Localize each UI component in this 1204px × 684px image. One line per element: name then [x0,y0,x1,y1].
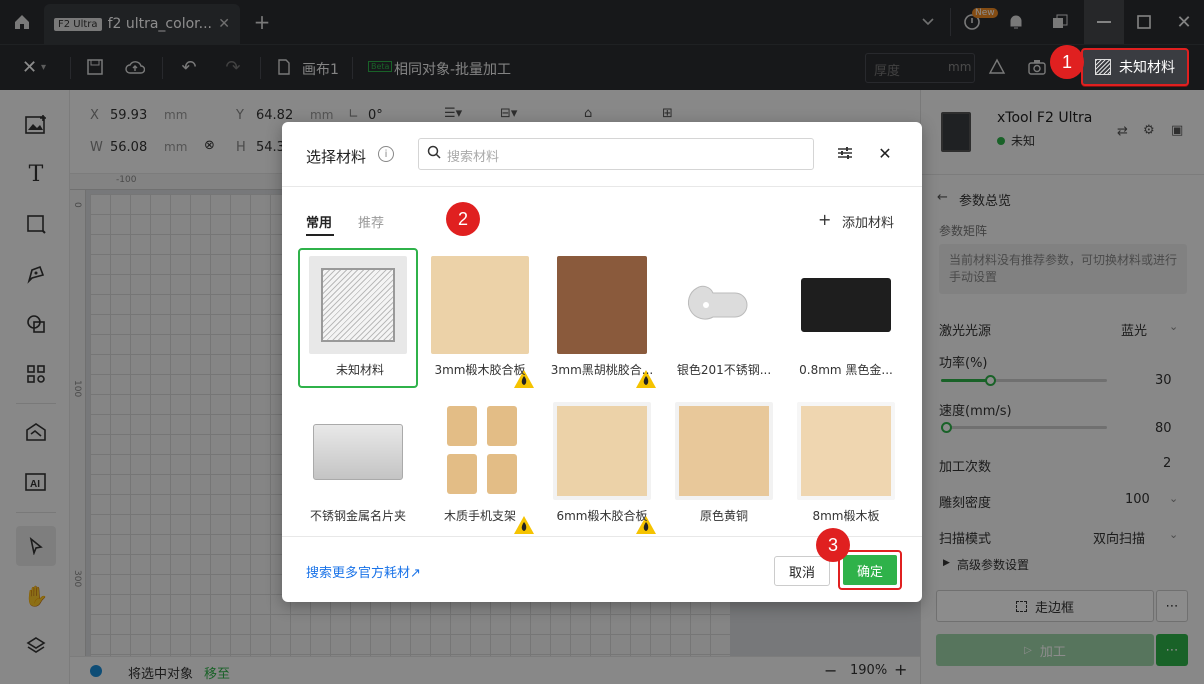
material-label: 银色201不锈钢... [676,363,772,377]
close-dialog-icon[interactable]: ✕ [874,142,896,164]
material-label: 3mm椴木胶合板 [434,363,526,377]
filter-icon[interactable] [834,142,856,164]
add-material-plus-icon: + [818,210,832,229]
material-label: 不锈钢金属名片夹 [309,509,406,523]
info-icon[interactable]: i [378,146,394,162]
material-item[interactable]: 6mm椴木胶合板 [542,394,662,534]
step-marker-3: 3 [816,528,850,562]
material-hatch-thumb [309,256,407,354]
cancel-button-label: 取消 [788,565,815,581]
material-item-unknown[interactable]: 未知材料 [298,248,418,388]
tab-common-underline [306,234,334,236]
phone-stand-thumb [431,402,529,500]
material-item[interactable]: 3mm椴木胶合板 [420,248,540,388]
material-label: 6mm椴木胶合板 [556,509,648,523]
walnut-plywood-thumb [557,256,647,354]
material-label: 3mm黑胡桃胶合... [550,363,654,377]
dialog-title: 选择材料 [306,148,367,166]
material-item[interactable]: 原色黄铜 [664,394,784,534]
confirm-button[interactable]: 确定 [838,550,902,590]
confirm-button-label: 确定 [856,564,883,580]
material-item[interactable]: 银色201不锈钢... [664,248,784,388]
material-item[interactable]: 3mm黑胡桃胶合... [542,248,662,388]
material-item[interactable]: 不锈钢金属名片夹 [298,394,418,534]
card-holder-thumb [309,402,407,500]
search-placeholder: 搜索材料 [447,150,500,165]
add-material-button[interactable]: 添加材料 [842,212,894,231]
material-label: 未知材料 [335,363,384,377]
step-marker-2: 2 [446,202,480,236]
cancel-button[interactable]: 取消 [774,556,830,586]
material-hatch-icon [1095,59,1111,75]
material-search-input[interactable]: 搜索材料 [418,138,814,170]
material-label: 原色黄铜 [699,509,748,523]
material-selector-label: 未知材料 [1119,60,1175,76]
steel-dog-tag-thumb [675,256,773,354]
material-selector-highlight[interactable]: 未知材料 [1081,48,1189,86]
brass-thumb [675,402,773,500]
material-item[interactable]: 木质手机支架 [420,394,540,534]
tab-recommended[interactable]: 推荐 [358,212,384,231]
8mm-basswood-thumb [797,402,895,500]
basswood-plywood-thumb [431,256,529,354]
search-more-materials-link[interactable]: 搜索更多官方耗材↗ [306,562,421,581]
material-item[interactable]: 0.8mm 黑色金... [786,248,906,388]
tab-common[interactable]: 常用 [306,212,332,231]
material-label: 8mm椴木板 [812,509,880,523]
black-metal-thumb [797,256,895,354]
material-label: 木质手机支架 [443,509,516,523]
6mm-plywood-thumb [553,402,651,500]
step-marker-1: 1 [1050,45,1084,79]
material-item[interactable]: 8mm椴木板 [786,394,906,534]
material-label: 0.8mm 黑色金... [799,363,893,377]
search-icon [427,145,441,163]
